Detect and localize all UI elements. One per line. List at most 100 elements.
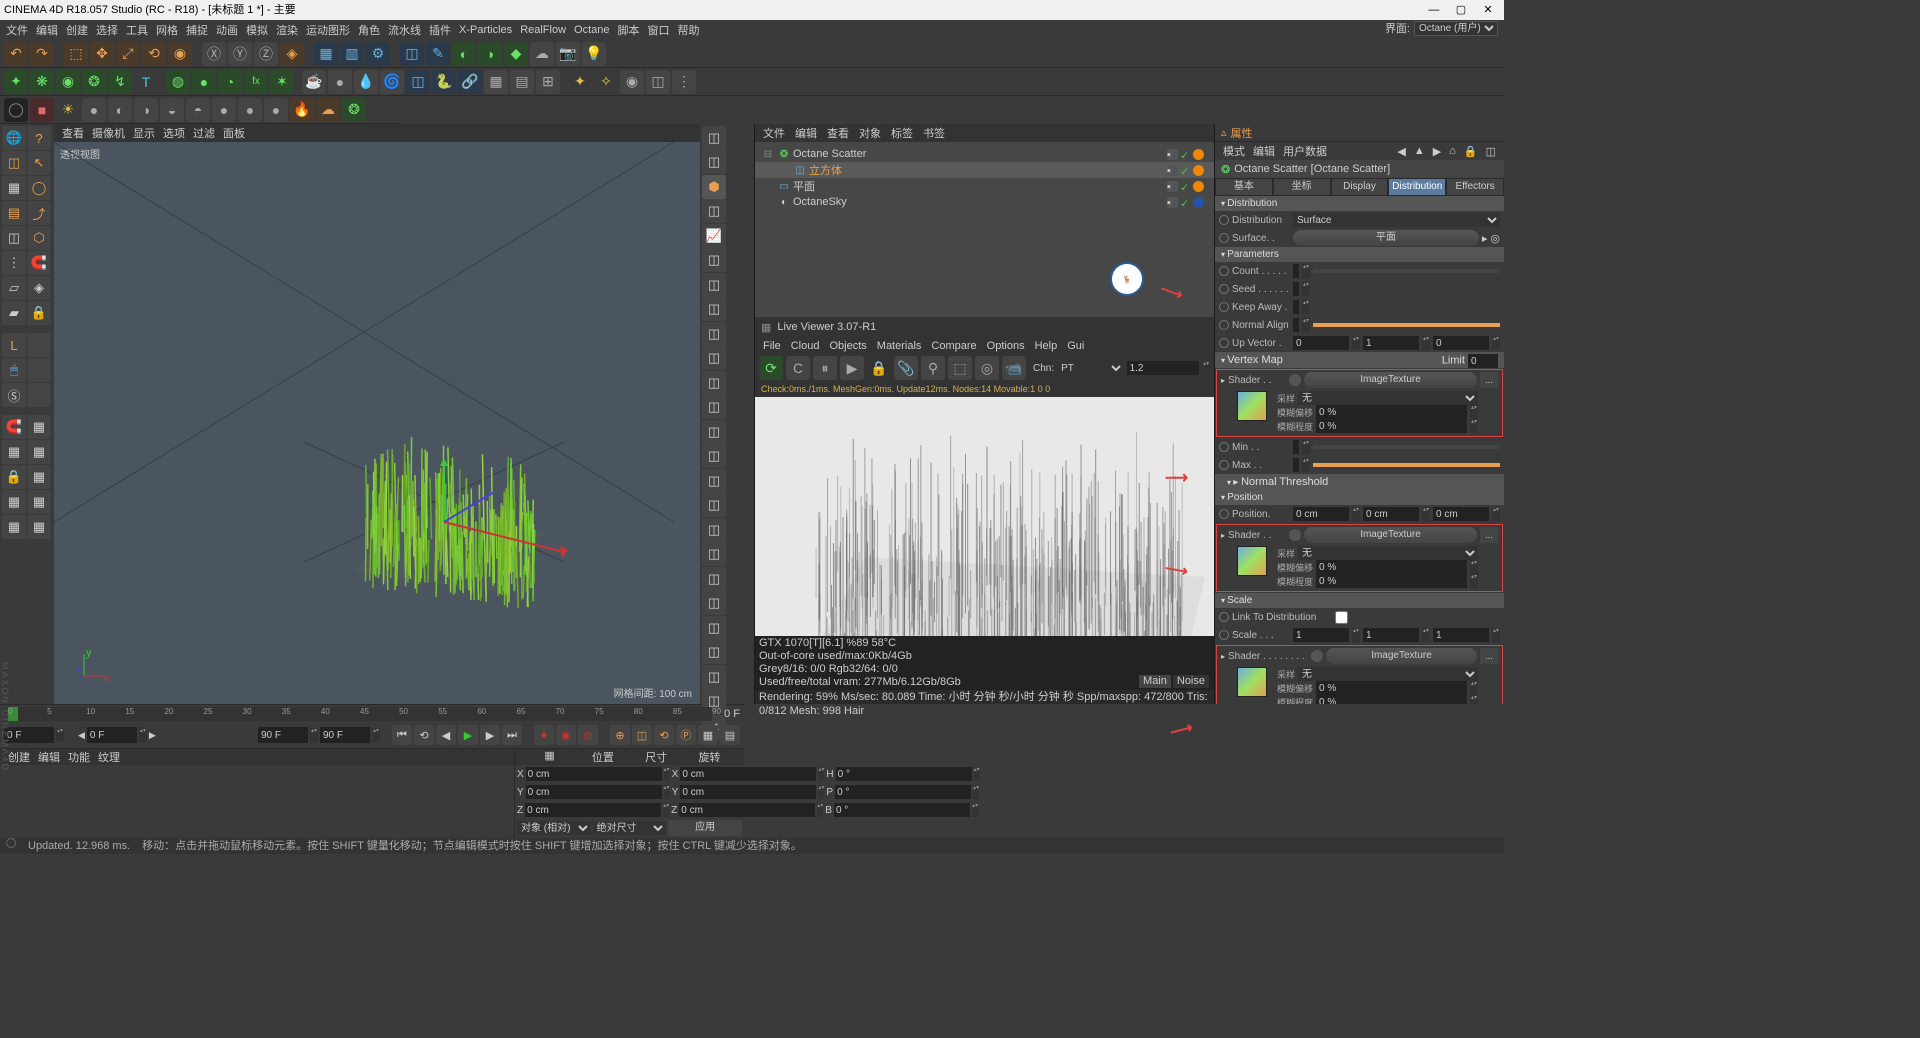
xp-text-icon[interactable]: T bbox=[134, 70, 158, 94]
xp-icon-7[interactable]: ● bbox=[192, 70, 216, 94]
rt-8[interactable]: ◫ bbox=[702, 297, 726, 321]
nav-new-icon[interactable]: ◫ bbox=[1486, 145, 1496, 158]
menu-item-15[interactable]: RealFlow bbox=[520, 24, 566, 36]
obj-menu-item-5[interactable]: 书签 bbox=[923, 125, 945, 141]
shader-browse-2[interactable]: ... bbox=[1480, 527, 1498, 543]
tree-item-0[interactable]: ⊟ ❂ Octane Scatter ▪ ✓ bbox=[755, 146, 1214, 162]
oct-scatter-button[interactable]: ❂ bbox=[342, 98, 366, 122]
normal-input[interactable] bbox=[1293, 318, 1299, 332]
count-input[interactable] bbox=[1293, 264, 1299, 278]
scale-tool[interactable]: ⤢ bbox=[116, 42, 140, 66]
grid3-icon[interactable]: ⊞ bbox=[536, 70, 560, 94]
lv-lock-button[interactable]: 🔒 bbox=[867, 356, 891, 380]
deformer-button[interactable]: ◆ bbox=[504, 42, 528, 66]
nav-lock-icon[interactable]: 🔒 bbox=[1464, 145, 1478, 158]
goto-start-button[interactable]: ⏮ bbox=[392, 725, 412, 745]
environment-button[interactable]: ☁ bbox=[530, 42, 554, 66]
scale-x[interactable] bbox=[1293, 628, 1349, 642]
blank-2[interactable] bbox=[27, 358, 51, 382]
grid-c[interactable]: ▦ bbox=[27, 440, 51, 464]
vp-menu-item-4[interactable]: 过滤 bbox=[193, 125, 215, 141]
vmap-section-header[interactable]: Vertex Map Limit bbox=[1215, 352, 1504, 368]
coord-Y-size[interactable] bbox=[680, 785, 816, 799]
nav-back-icon[interactable]: ◀ bbox=[1397, 145, 1405, 158]
coord-Z-size[interactable] bbox=[679, 803, 815, 817]
oct-btn-4[interactable]: ● bbox=[82, 98, 106, 122]
scale-y[interactable] bbox=[1363, 628, 1419, 642]
camera-button[interactable]: 📷 bbox=[556, 42, 580, 66]
rt-1[interactable]: ◫ bbox=[702, 126, 726, 150]
attr-tab-display[interactable]: Display bbox=[1331, 178, 1389, 196]
rec-button[interactable]: ● bbox=[534, 725, 554, 745]
link-checkbox[interactable] bbox=[1335, 611, 1348, 624]
sphere-icon[interactable]: ◉ bbox=[620, 70, 644, 94]
xp-fx-icon[interactable]: fx bbox=[244, 70, 268, 94]
cube-mode[interactable]: ◫ bbox=[2, 151, 26, 175]
menu-item-0[interactable]: 文件 bbox=[6, 22, 28, 38]
status-tab-main[interactable]: Main bbox=[1138, 674, 1172, 689]
menu-item-6[interactable]: 捕捉 bbox=[186, 22, 208, 38]
oct-btn-1[interactable]: ◯ bbox=[4, 98, 28, 122]
python-icon[interactable]: 🐍 bbox=[432, 70, 456, 94]
oct-btn-7[interactable]: ◒ bbox=[160, 98, 184, 122]
live-menu-item-3[interactable]: Materials bbox=[877, 340, 922, 352]
undo-button[interactable]: ↶ bbox=[4, 42, 28, 66]
ball-icon[interactable]: ● bbox=[328, 70, 352, 94]
blank-1[interactable] bbox=[27, 333, 51, 357]
coord-X-pos[interactable] bbox=[526, 767, 662, 781]
sparkle-icon[interactable]: ✧ bbox=[594, 70, 618, 94]
shader-button-2[interactable]: ImageTexture bbox=[1304, 527, 1477, 543]
play-button[interactable]: ▶ bbox=[458, 725, 478, 745]
xp-icon-5[interactable]: ↯ bbox=[108, 70, 132, 94]
recent-tool[interactable]: ◉ bbox=[168, 42, 192, 66]
rt-13[interactable]: ◫ bbox=[702, 420, 726, 444]
rt-6[interactable]: ◫ bbox=[702, 248, 726, 272]
vp-menu-item-5[interactable]: 面板 bbox=[223, 125, 245, 141]
lasso-icon[interactable]: ◯ bbox=[27, 176, 51, 200]
magnet2-icon[interactable]: 🧲 bbox=[2, 415, 26, 439]
r-button[interactable]: ⟲ bbox=[654, 725, 674, 745]
coord-apply-btn[interactable]: 应用 bbox=[668, 820, 742, 836]
dist-section-header[interactable]: Distribution bbox=[1215, 196, 1504, 211]
coord-B-rot[interactable] bbox=[834, 803, 970, 817]
min-input[interactable] bbox=[1293, 440, 1299, 454]
obj-menu-item-3[interactable]: 对象 bbox=[859, 125, 881, 141]
sample-dd-3[interactable]: 无 bbox=[1298, 667, 1478, 681]
light-button[interactable]: 💡 bbox=[582, 42, 606, 66]
oct-sun-button[interactable]: ☀ bbox=[56, 98, 80, 122]
render-button[interactable]: ▦ bbox=[314, 42, 338, 66]
frame-start[interactable] bbox=[4, 727, 54, 743]
oct-fire-button[interactable]: 🔥 bbox=[290, 98, 314, 122]
nav-fwd-icon[interactable]: ▶ bbox=[1433, 145, 1441, 158]
shader-browse-1[interactable]: ... bbox=[1480, 372, 1498, 388]
mouse-icon[interactable]: 🖱 bbox=[2, 358, 26, 382]
live-menu-item-5[interactable]: Options bbox=[987, 340, 1025, 352]
dots-icon[interactable]: ⋮ bbox=[672, 70, 696, 94]
rt-10[interactable]: ◫ bbox=[702, 346, 726, 370]
dist-dropdown[interactable]: Surface bbox=[1293, 213, 1500, 227]
lv-pause-button[interactable]: ⏸ bbox=[813, 356, 837, 380]
next-frame-button[interactable]: ▶ bbox=[480, 725, 500, 745]
pos-y[interactable] bbox=[1363, 507, 1419, 521]
xp-icon-4[interactable]: ❂ bbox=[82, 70, 106, 94]
max-slider[interactable] bbox=[1313, 463, 1500, 467]
blursc-1[interactable] bbox=[1316, 419, 1467, 433]
timeline-ruler[interactable]: 051015202530354045505560657075808590 bbox=[8, 707, 712, 721]
rt-17[interactable]: ◫ bbox=[702, 518, 726, 542]
swirl-icon[interactable]: 🌀 bbox=[380, 70, 404, 94]
bluroff-2[interactable] bbox=[1316, 560, 1467, 574]
move-tool[interactable]: ✥ bbox=[90, 42, 114, 66]
xp-icon-3[interactable]: ◉ bbox=[56, 70, 80, 94]
y-axis-button[interactable]: Ⓨ bbox=[228, 42, 252, 66]
cube2-icon[interactable]: ◫ bbox=[646, 70, 670, 94]
rt-5[interactable]: 📈 bbox=[702, 224, 726, 248]
menu-item-3[interactable]: 选择 bbox=[96, 22, 118, 38]
tool-b[interactable]: ⬡ bbox=[27, 226, 51, 250]
live-render-view[interactable] bbox=[755, 397, 1214, 636]
tool-a[interactable]: ◫ bbox=[2, 226, 26, 250]
link-icon[interactable]: 🔗 bbox=[458, 70, 482, 94]
render-settings-button[interactable]: ⚙ bbox=[366, 42, 390, 66]
obj-menu-item-2[interactable]: 查看 bbox=[827, 125, 849, 141]
live-menu-item-7[interactable]: Gui bbox=[1067, 340, 1084, 352]
xp-icon-2[interactable]: ❋ bbox=[30, 70, 54, 94]
